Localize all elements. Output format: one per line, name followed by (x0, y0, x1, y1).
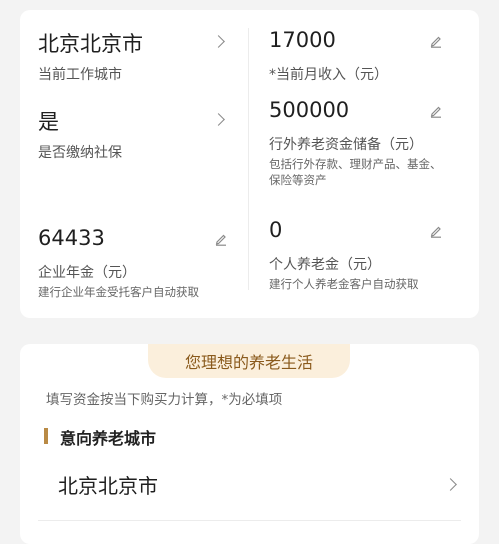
social-security-label: 是否缴纳社保 (38, 145, 122, 161)
work-city-label: 当前工作城市 (38, 67, 122, 83)
fill-instructions: 填写资金按当下购买力计算，*为必填项 (46, 392, 283, 408)
section-title-retire-city: 意向养老城市 (60, 429, 157, 448)
row-divider (38, 520, 461, 521)
ideal-retirement-card: 您理想的养老生活 填写资金按当下购买力计算，*为必填项 意向养老城市 北京北京市 (20, 344, 479, 544)
profile-card: 北京北京市 当前工作城市 17000 *当前月收入（元） 是 是否缴纳社保 50… (20, 10, 479, 318)
personal-pension-label: 个人养老金（元） (269, 257, 381, 273)
off-bank-savings-field[interactable]: 500000 行外养老资金储备（元） 包括行外存款、理财产品、基金、保险等资产 (269, 98, 459, 194)
work-city-value: 北京北京市 (38, 32, 143, 56)
social-security-value: 是 (38, 110, 59, 134)
retire-city-row[interactable]: 北京北京市 (38, 456, 461, 512)
ideal-life-badge: 您理想的养老生活 (148, 344, 350, 378)
chevron-right-icon (444, 478, 457, 491)
monthly-income-field[interactable]: 17000 *当前月收入（元） (269, 28, 459, 83)
enterprise-annuity-label: 企业年金（元） (38, 265, 136, 281)
monthly-income-label: *当前月收入（元） (269, 67, 388, 83)
retire-city-value: 北京北京市 (58, 474, 158, 498)
enterprise-annuity-value: 64433 (38, 226, 105, 250)
chevron-right-icon (212, 35, 225, 48)
enterprise-annuity-field[interactable]: 64433 企业年金（元） 建行企业年金受托客户自动获取 (38, 226, 228, 302)
off-bank-savings-hint: 包括行外存款、理财产品、基金、保险等资产 (269, 157, 442, 187)
off-bank-savings-label: 行外养老资金储备（元） (269, 137, 423, 153)
personal-pension-value: 0 (269, 218, 283, 242)
pencil-edit-icon[interactable] (429, 104, 443, 118)
pencil-edit-icon[interactable] (429, 224, 443, 238)
personal-pension-field[interactable]: 0 个人养老金（元） 建行个人养老金客户自动获取 (269, 218, 459, 294)
column-divider (248, 28, 249, 290)
section-accent-bar (44, 428, 48, 444)
chevron-right-icon (212, 113, 225, 126)
pencil-edit-icon[interactable] (214, 232, 228, 246)
off-bank-savings-value: 500000 (269, 98, 350, 122)
personal-pension-hint: 建行个人养老金客户自动获取 (269, 277, 419, 291)
enterprise-annuity-hint: 建行企业年金受托客户自动获取 (38, 285, 199, 299)
pencil-edit-icon[interactable] (429, 34, 443, 48)
social-security-field[interactable]: 是 是否缴纳社保 (38, 106, 228, 161)
monthly-income-value: 17000 (269, 28, 336, 52)
work-city-field[interactable]: 北京北京市 当前工作城市 (38, 28, 228, 83)
